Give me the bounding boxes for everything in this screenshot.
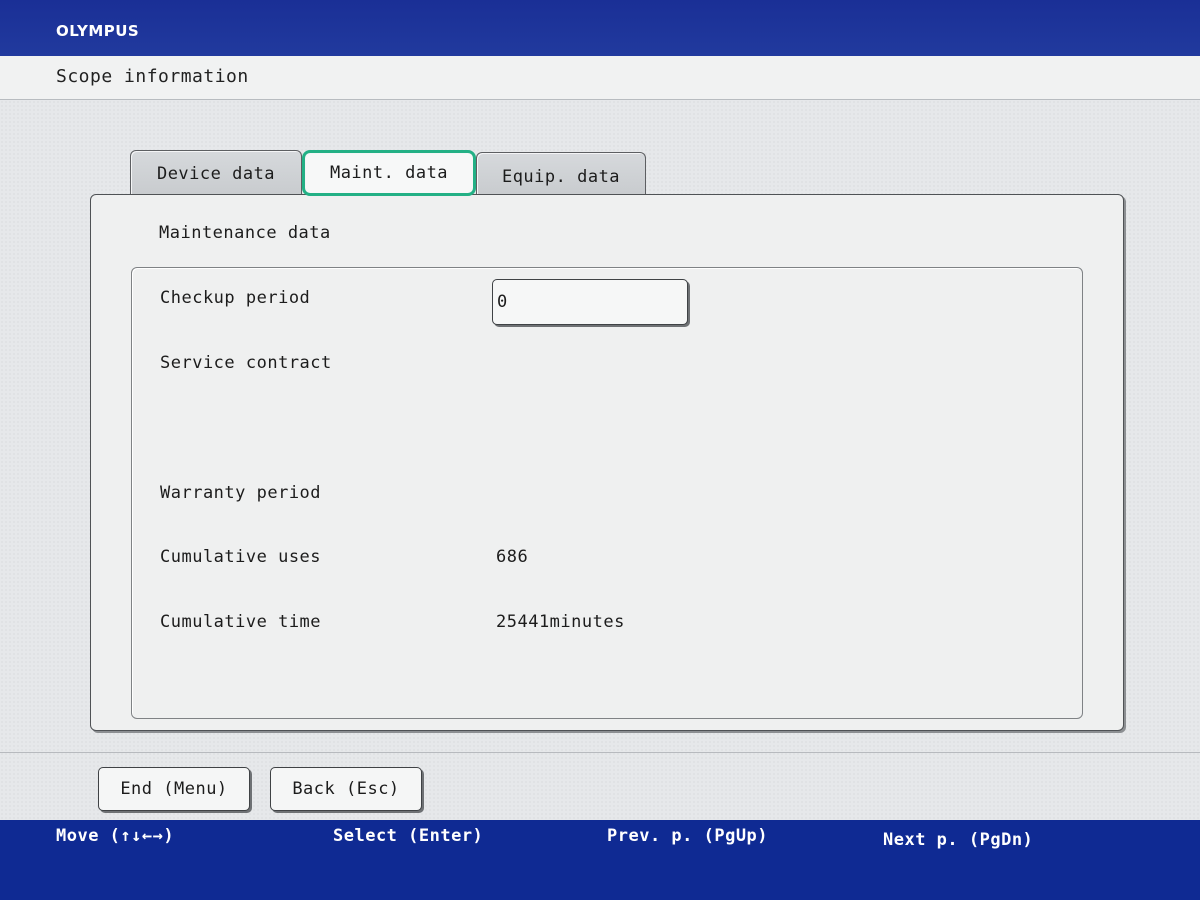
service-contract-label: Service contract bbox=[160, 353, 332, 373]
checkup-period-input[interactable] bbox=[492, 279, 688, 325]
brand-logo: OLYMPUS bbox=[56, 22, 140, 40]
maintenance-data-panel: Maintenance data Checkup period Service … bbox=[90, 194, 1124, 731]
end-menu-button[interactable]: End (Menu) bbox=[98, 767, 250, 811]
tab-maint-data-label: Maint. data bbox=[329, 163, 449, 183]
cumulative-uses-label: Cumulative uses bbox=[160, 547, 322, 567]
bottom-divider bbox=[0, 752, 1200, 753]
tab-equip-data[interactable]: Equip. data bbox=[476, 152, 646, 196]
page-title: Scope information bbox=[56, 66, 249, 87]
scope-information-screen: Scope information Device data Maint. dat… bbox=[0, 56, 1200, 820]
move-hint: Move (↑↓←→) bbox=[56, 826, 175, 846]
title-bar: Scope information bbox=[0, 56, 1200, 100]
tab-device-data-label: Device data bbox=[156, 163, 276, 184]
checkup-period-label: Checkup period bbox=[160, 288, 311, 308]
tab-equip-data-label: Equip. data bbox=[501, 166, 621, 187]
tab-device-data[interactable]: Device data bbox=[130, 150, 302, 196]
prev-page-hint: Prev. p. (PgUp) bbox=[607, 826, 769, 846]
maintenance-fields-box: Checkup period Service contract Warranty… bbox=[131, 267, 1083, 719]
panel-heading: Maintenance data bbox=[159, 223, 331, 243]
end-menu-button-label: End (Menu) bbox=[120, 779, 228, 799]
select-hint: Select (Enter) bbox=[333, 826, 484, 846]
back-esc-button-label: Back (Esc) bbox=[292, 779, 400, 799]
brand-header: OLYMPUS bbox=[0, 0, 1200, 56]
key-hint-footer: Move (↑↓←→) Select (Enter) Prev. p. (PgU… bbox=[0, 820, 1200, 900]
cumulative-time-label: Cumulative time bbox=[160, 612, 322, 632]
next-page-hint: Next p. (PgDn) bbox=[883, 830, 1034, 850]
tab-maint-data[interactable]: Maint. data bbox=[302, 150, 476, 196]
cumulative-uses-value: 686 bbox=[496, 547, 529, 567]
warranty-period-label: Warranty period bbox=[160, 483, 322, 503]
cumulative-time-value: 25441minutes bbox=[496, 612, 625, 632]
back-esc-button[interactable]: Back (Esc) bbox=[270, 767, 422, 811]
